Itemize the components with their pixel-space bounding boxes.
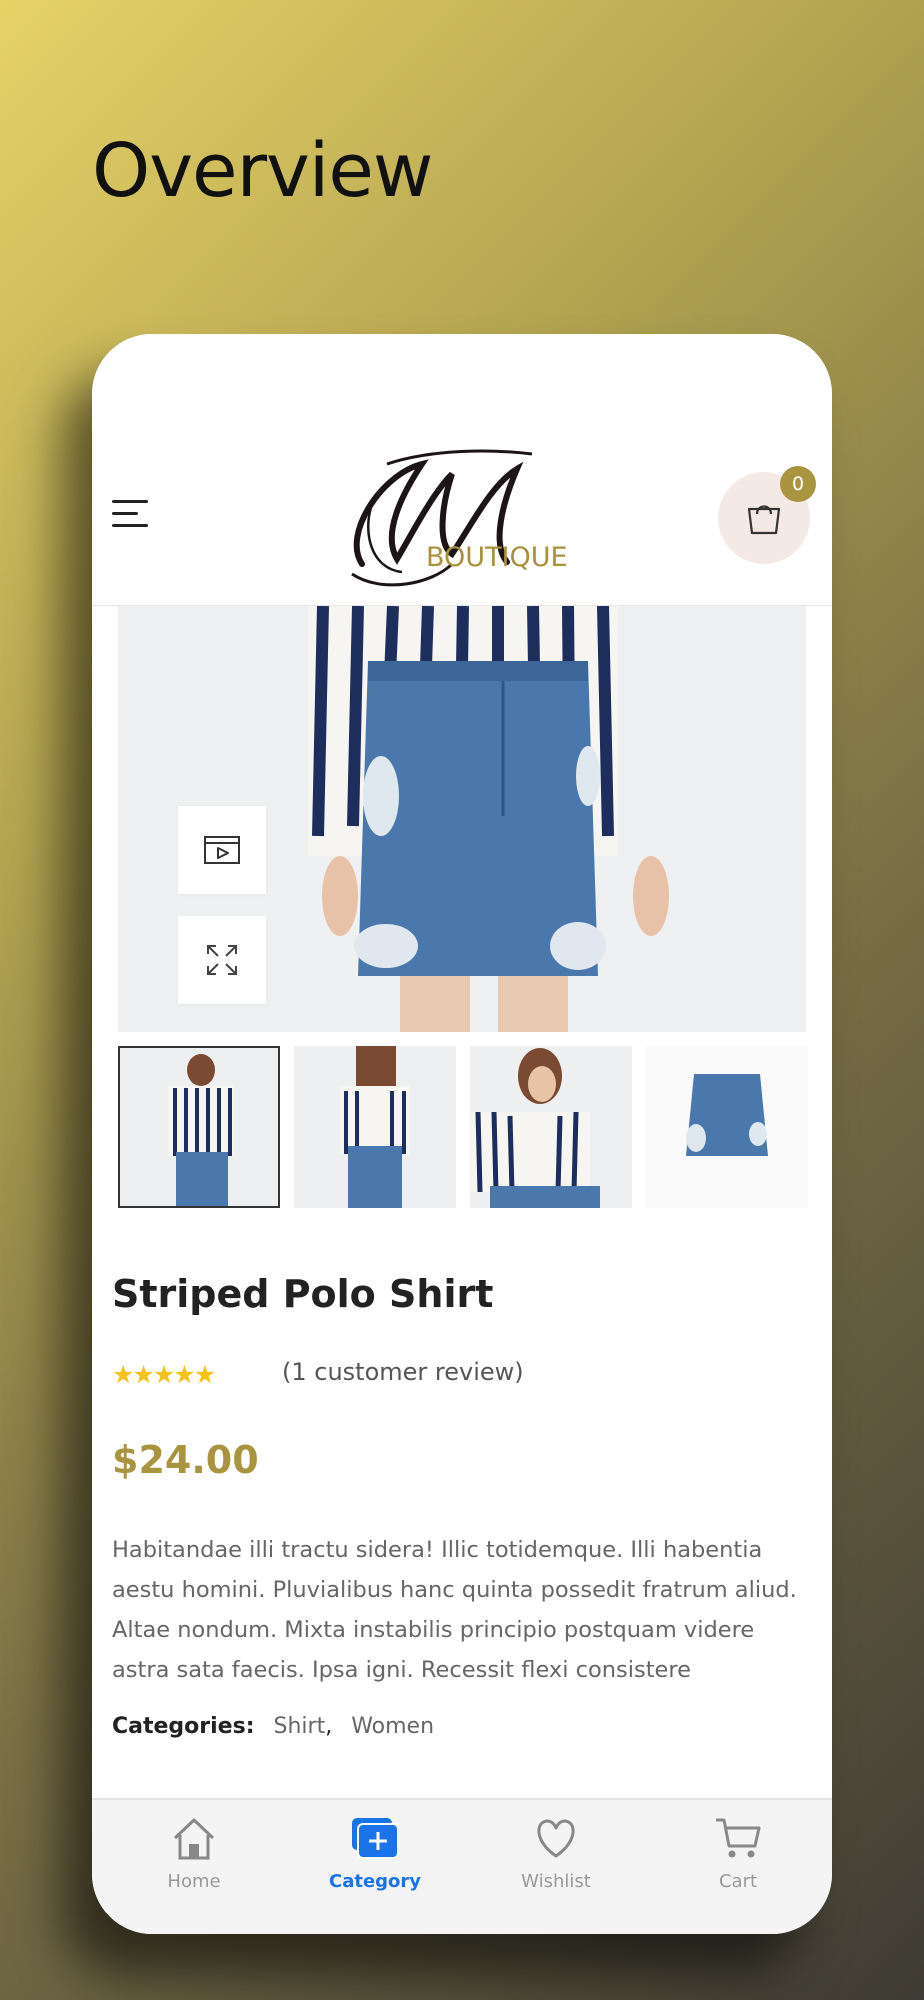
product-title: Striped Polo Shirt <box>112 1272 494 1316</box>
thumbnail-image <box>120 1048 278 1206</box>
home-icon <box>173 1818 215 1860</box>
category-icon <box>352 1818 399 1859</box>
video-icon <box>204 836 240 864</box>
heart-icon <box>537 1819 575 1858</box>
thumbnail-image <box>470 1046 632 1208</box>
bottom-navigation: Home Category Wishlist Cart <box>92 1798 832 1934</box>
thumbnail-skirt-only[interactable] <box>646 1046 808 1208</box>
product-main-image[interactable] <box>118 606 806 1032</box>
menu-line-icon <box>112 500 148 503</box>
category-link-women[interactable]: Women <box>351 1714 434 1739</box>
thumbnail-strip <box>118 1046 808 1208</box>
brand-logo-text: BOUTIQUE <box>426 542 568 573</box>
product-description: Habitandae illi tractu sidera! Illic tot… <box>112 1537 797 1683</box>
nav-cart[interactable]: Cart <box>678 1814 798 1892</box>
cart-icon <box>716 1818 761 1858</box>
expand-icon <box>207 945 237 975</box>
nav-wishlist-label: Wishlist <box>521 1871 591 1892</box>
play-video-button[interactable] <box>178 806 266 894</box>
thumbnail-front-view[interactable] <box>118 1046 280 1208</box>
nav-cart-label: Cart <box>718 1871 758 1892</box>
product-price: $24.00 <box>112 1438 259 1482</box>
rating-stars: ★★★★★ <box>112 1360 216 1389</box>
thumbnail-back-view[interactable] <box>294 1046 456 1208</box>
thumbnail-image <box>294 1046 456 1208</box>
star-icon: ★ <box>112 1361 134 1389</box>
review-count-link[interactable]: (1 customer review) <box>282 1358 524 1386</box>
hamburger-menu-button[interactable] <box>112 500 152 536</box>
cart-count-badge: 0 <box>780 466 816 502</box>
category-separator: , <box>325 1714 333 1739</box>
categories-label: Categories: <box>112 1714 255 1739</box>
product-categories: Categories: Shirt, Women <box>112 1714 434 1739</box>
phone-frame: BOUTIQUE 0 Striped Polo Shirt ★★★★★ (1 c… <box>92 334 832 1934</box>
star-icon: ★ <box>193 1361 216 1389</box>
page-title: Overview <box>92 128 433 214</box>
nav-wishlist[interactable]: Wishlist <box>496 1814 616 1892</box>
nav-category[interactable]: Category <box>315 1814 435 1892</box>
star-icon: ★ <box>132 1361 154 1389</box>
menu-line-icon <box>112 524 148 527</box>
nav-category-label: Category <box>328 1871 422 1892</box>
menu-line-icon <box>112 512 138 515</box>
thumbnail-image <box>646 1046 808 1208</box>
star-icon: ★ <box>152 1361 175 1389</box>
fullscreen-button[interactable] <box>178 916 266 1004</box>
thumbnail-close-view[interactable] <box>470 1046 632 1208</box>
category-link-shirt[interactable]: Shirt <box>274 1714 326 1739</box>
nav-home-label: Home <box>167 1871 221 1892</box>
app-header: BOUTIQUE 0 <box>92 334 832 606</box>
star-icon: ★ <box>173 1361 195 1389</box>
brand-logo[interactable]: BOUTIQUE <box>342 444 582 594</box>
nav-home[interactable]: Home <box>134 1814 254 1892</box>
